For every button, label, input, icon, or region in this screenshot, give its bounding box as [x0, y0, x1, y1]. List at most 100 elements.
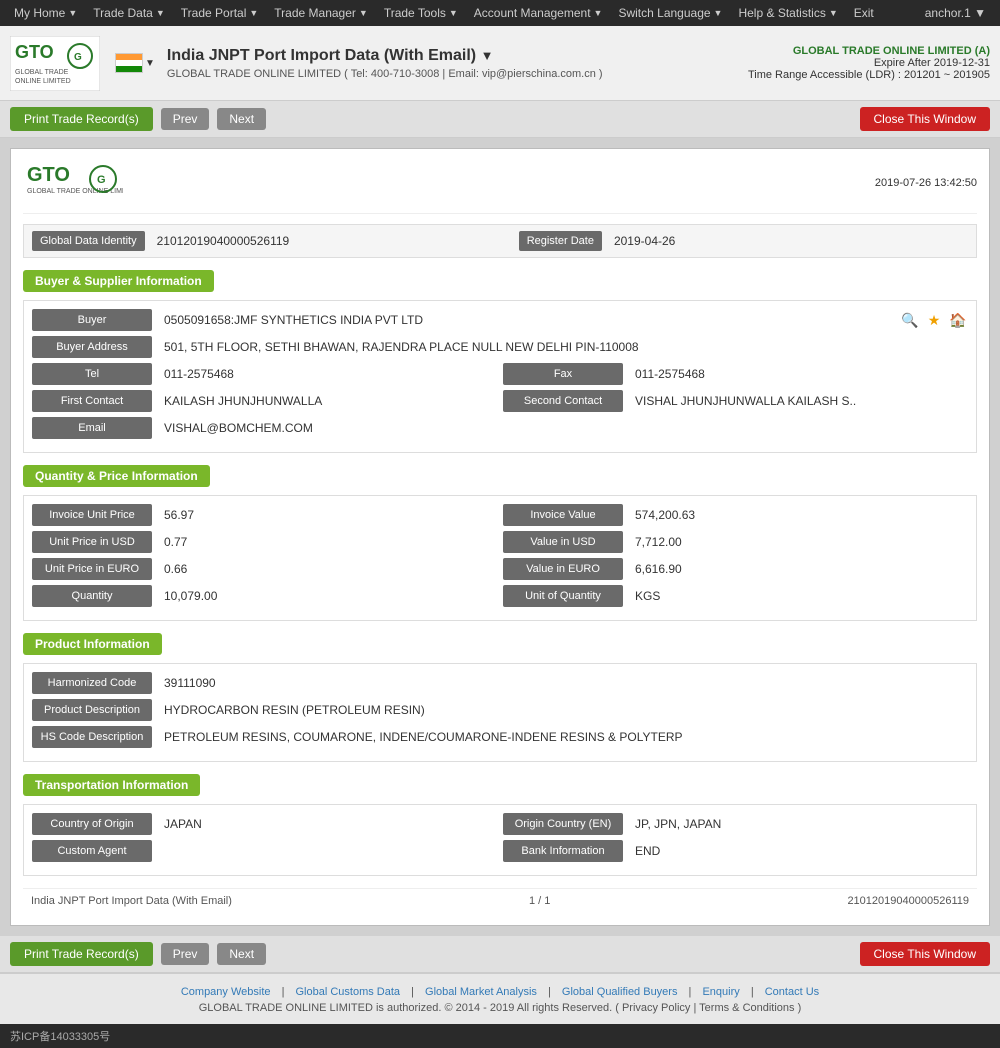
page-footer: Company Website | Global Customs Data | …: [0, 973, 1000, 1024]
register-date-value: 2019-04-26: [610, 232, 968, 250]
nav-arrow: ▼: [68, 8, 77, 18]
harmonized-code-value: 39111090: [158, 672, 968, 694]
title-arrow[interactable]: ▼: [481, 48, 494, 63]
footer-link-enquiry[interactable]: Enquiry: [702, 986, 739, 998]
nav-switch-language[interactable]: Switch Language ▼: [610, 0, 730, 26]
unit-of-quantity-value: KGS: [629, 585, 968, 607]
company-subtitle: GLOBAL TRADE ONLINE LIMITED ( Tel: 400-7…: [167, 68, 748, 80]
value-euro-value: 6,616.90: [629, 558, 968, 580]
nav-trade-portal[interactable]: Trade Portal ▼: [173, 0, 267, 26]
nav-arrow: ▼: [594, 8, 603, 18]
country-of-origin-label: Country of Origin: [32, 813, 152, 835]
next-button-top[interactable]: Next: [217, 108, 266, 130]
harmonized-code-row: Harmonized Code 39111090: [32, 672, 968, 694]
transportation-title: Transportation Information: [23, 774, 200, 796]
nav-exit[interactable]: Exit: [846, 0, 882, 26]
origin-country-en-label: Origin Country (EN): [503, 813, 623, 835]
nav-trade-manager[interactable]: Trade Manager ▼: [266, 0, 376, 26]
value-usd-value: 7,712.00: [629, 531, 968, 553]
svg-text:G: G: [74, 52, 82, 63]
custom-bank-row: Custom Agent Bank Information END: [32, 840, 968, 862]
transportation-box: Country of Origin JAPAN Origin Country (…: [23, 804, 977, 876]
product-section: Product Information Harmonized Code 3911…: [23, 633, 977, 762]
nav-trade-data[interactable]: Trade Data ▼: [85, 0, 173, 26]
unit-price-euro-label: Unit Price in EURO: [32, 558, 152, 580]
product-description-row: Product Description HYDROCARBON RESIN (P…: [32, 699, 968, 721]
nav-account-management[interactable]: Account Management ▼: [466, 0, 611, 26]
nav-arrow: ▼: [156, 8, 165, 18]
second-contact-cell: Second Contact VISHAL JHUNJHUNWALLA KAIL…: [503, 390, 968, 412]
identity-row: Global Data Identity 2101201904000052611…: [23, 224, 977, 258]
register-date-label: Register Date: [519, 231, 602, 251]
record-card: GTO GLOBAL TRADE ONLINE LIMITED G 2019-0…: [10, 148, 990, 926]
nav-my-home[interactable]: My Home ▼: [6, 0, 85, 26]
invoice-unit-price-label: Invoice Unit Price: [32, 504, 152, 526]
nav-help-statistics[interactable]: Help & Statistics ▼: [730, 0, 845, 26]
india-flag: [115, 53, 143, 73]
page-title: India JNPT Port Import Data (With Email)…: [167, 47, 748, 65]
search-icon[interactable]: 🔍: [900, 310, 920, 330]
account-company-name: GLOBAL TRADE ONLINE LIMITED (A): [748, 45, 990, 57]
transportation-section: Transportation Information Country of Or…: [23, 774, 977, 876]
hs-code-description-label: HS Code Description: [32, 726, 152, 748]
record-logo: GTO GLOBAL TRADE ONLINE LIMITED G: [23, 161, 123, 205]
top-navigation: My Home ▼ Trade Data ▼ Trade Portal ▼ Tr…: [0, 0, 1000, 26]
second-contact-label: Second Contact: [503, 390, 623, 412]
quantity-label: Quantity: [32, 585, 152, 607]
logo-area: GTO GLOBAL TRADE ONLINE LIMITED G: [10, 36, 100, 91]
home-icon[interactable]: 🏠: [948, 310, 968, 330]
next-button-bottom[interactable]: Next: [217, 943, 266, 965]
email-label: Email: [32, 417, 152, 439]
invoice-unit-price-value: 56.97: [158, 504, 497, 526]
usd-row: Unit Price in USD 0.77 Value in USD 7,71…: [32, 531, 968, 553]
tel-fax-row: Tel 011-2575468 Fax 011-2575468: [32, 363, 968, 385]
email-row: Email VISHAL@BOMCHEM.COM: [32, 417, 968, 439]
footer-left: India JNPT Port Import Data (With Email): [31, 895, 232, 907]
origin-country-en-value: JP, JPN, JAPAN: [629, 813, 968, 835]
fax-label: Fax: [503, 363, 623, 385]
country-of-origin-value: JAPAN: [158, 813, 497, 835]
invoice-value-cell: Invoice Value 574,200.63: [503, 504, 968, 526]
unit-price-usd-cell: Unit Price in USD 0.77: [32, 531, 497, 553]
prev-button-top[interactable]: Prev: [161, 108, 210, 130]
account-info: GLOBAL TRADE ONLINE LIMITED (A) Expire A…: [748, 45, 990, 81]
bank-information-value: END: [629, 840, 968, 862]
footer-link-company-website[interactable]: Company Website: [181, 986, 271, 998]
star-icon[interactable]: ★: [924, 310, 944, 330]
close-button-top[interactable]: Close This Window: [860, 107, 990, 131]
invoice-row: Invoice Unit Price 56.97 Invoice Value 5…: [32, 504, 968, 526]
unit-of-quantity-cell: Unit of Quantity KGS: [503, 585, 968, 607]
quantity-value: 10,079.00: [158, 585, 497, 607]
bank-information-cell: Bank Information END: [503, 840, 968, 862]
record-timestamp: 2019-07-26 13:42:50: [875, 177, 977, 189]
icp-footer: 苏ICP备14033305号: [0, 1024, 1000, 1048]
footer-link-global-market[interactable]: Global Market Analysis: [425, 986, 537, 998]
quantity-row: Quantity 10,079.00 Unit of Quantity KGS: [32, 585, 968, 607]
header-bar: GTO GLOBAL TRADE ONLINE LIMITED G ▼ Indi…: [0, 26, 1000, 101]
close-button-bottom[interactable]: Close This Window: [860, 942, 990, 966]
svg-text:GLOBAL TRADE: GLOBAL TRADE: [15, 69, 69, 76]
nav-anchor[interactable]: anchor.1 ▼: [917, 0, 994, 26]
buyer-row: Buyer 0505091658:JMF SYNTHETICS INDIA PV…: [32, 309, 968, 331]
custom-agent-label: Custom Agent: [32, 840, 152, 862]
buyer-supplier-section: Buyer & Supplier Information Buyer 05050…: [23, 270, 977, 453]
product-title: Product Information: [23, 633, 162, 655]
footer-link-global-customs[interactable]: Global Customs Data: [296, 986, 401, 998]
svg-text:GTO: GTO: [15, 42, 54, 62]
quantity-cell: Quantity 10,079.00: [32, 585, 497, 607]
nav-trade-tools[interactable]: Trade Tools ▼: [376, 0, 466, 26]
tel-value: 011-2575468: [158, 363, 497, 385]
flag-dropdown[interactable]: ▼: [145, 58, 155, 69]
unit-of-quantity-label: Unit of Quantity: [503, 585, 623, 607]
print-button-bottom[interactable]: Print Trade Record(s): [10, 942, 153, 966]
first-contact-label: First Contact: [32, 390, 152, 412]
country-origin-row: Country of Origin JAPAN Origin Country (…: [32, 813, 968, 835]
tel-cell: Tel 011-2575468: [32, 363, 497, 385]
first-contact-value: KAILASH JHUNJHUNWALLA: [158, 390, 497, 412]
fax-cell: Fax 011-2575468: [503, 363, 968, 385]
prev-button-bottom[interactable]: Prev: [161, 943, 210, 965]
footer-link-global-buyers[interactable]: Global Qualified Buyers: [562, 986, 678, 998]
custom-agent-value: [158, 847, 497, 855]
footer-link-contact-us[interactable]: Contact Us: [765, 986, 819, 998]
print-button-top[interactable]: Print Trade Record(s): [10, 107, 153, 131]
